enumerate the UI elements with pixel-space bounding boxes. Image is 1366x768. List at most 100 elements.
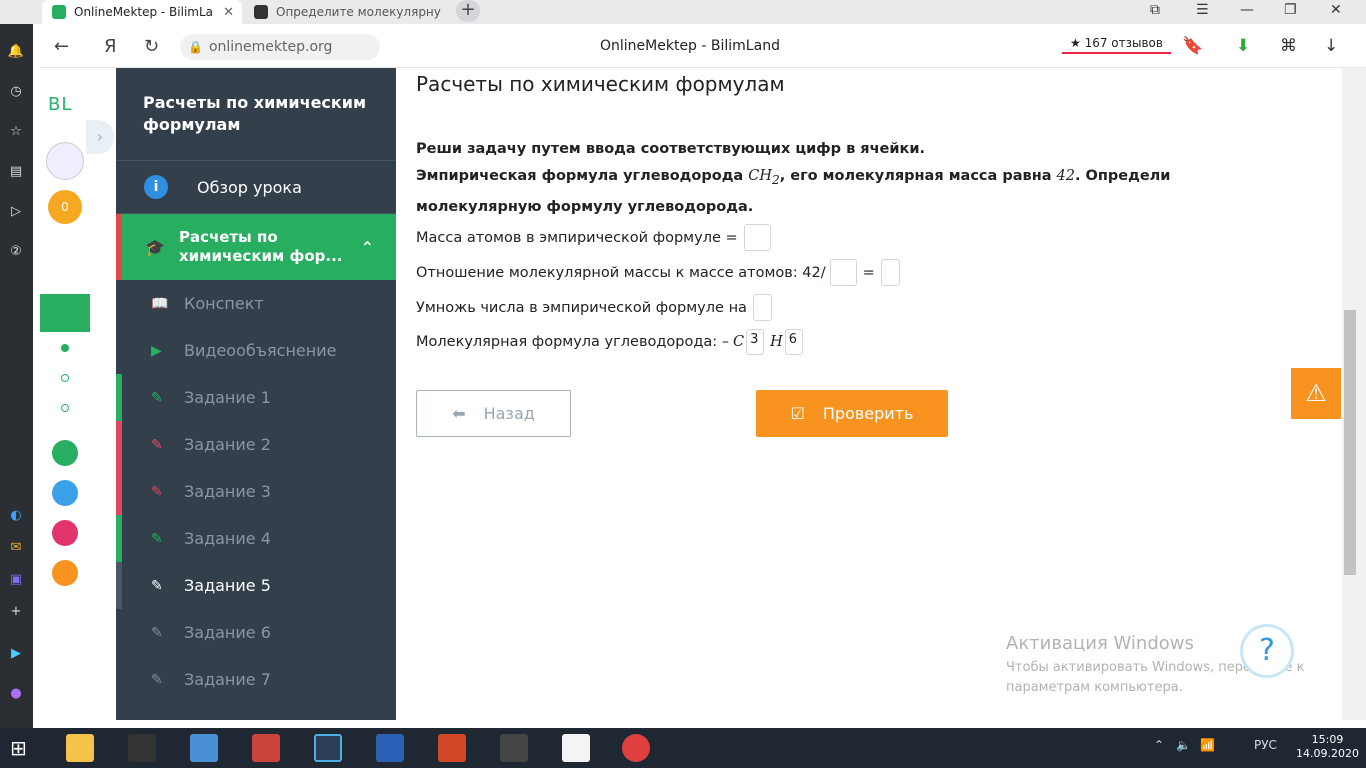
avatar[interactable] <box>46 142 84 180</box>
back-button[interactable]: ⬅ Назад <box>416 390 571 437</box>
carbon-symbol: C <box>733 334 745 350</box>
volume-icon[interactable]: 🔈 <box>1176 738 1191 752</box>
sidebar-item-task-1[interactable]: ✎ Задание 1 <box>116 374 396 421</box>
ratio-denominator-input[interactable] <box>829 259 857 286</box>
video-icon[interactable]: ▷ <box>6 202 26 222</box>
tab-molecular[interactable]: Определите молекулярну <box>248 0 448 24</box>
edit-icon: ✎ <box>151 389 163 406</box>
bookmark-manager-icon[interactable]: ⧉ <box>1150 2 1160 18</box>
download-arrow-icon[interactable]: ⬇ <box>1236 36 1250 56</box>
send-app-icon[interactable]: ▶ <box>6 644 26 664</box>
content-heading: Расчеты по химическим формулам <box>416 72 785 96</box>
file-explorer-icon[interactable] <box>66 734 94 762</box>
url-field[interactable]: 🔒 onlinemektep.org <box>180 34 380 60</box>
arrow-left-icon: ⬅ <box>452 404 466 423</box>
back-arrow-icon[interactable]: ← <box>54 36 69 57</box>
carbon-count-input[interactable]: 3 <box>746 329 765 355</box>
mail-app-icon[interactable]: ✉ <box>6 538 26 558</box>
ratio-result-input[interactable] <box>880 259 900 286</box>
edge-app-icon[interactable]: ◐ <box>6 506 26 526</box>
bilimland-logo[interactable]: BL <box>48 94 72 115</box>
formula-subscript: 2 <box>772 172 780 187</box>
yandex-icon[interactable]: Я <box>104 36 117 57</box>
add-app-icon[interactable]: + <box>6 602 26 622</box>
ratio-row: Отношение молекулярной массы к массе ато… <box>416 259 900 286</box>
bookmark-icon[interactable]: 🔖 <box>1182 36 1203 56</box>
messenger-app-icon[interactable]: ▣ <box>6 570 26 590</box>
nav-dot-active[interactable] <box>61 344 69 352</box>
edit-icon: ✎ <box>151 483 163 500</box>
report-warning-button[interactable]: ⚠ <box>1291 368 1341 419</box>
tabs-count-icon[interactable]: ② <box>6 242 26 262</box>
nav-dot[interactable] <box>61 374 69 382</box>
menu-icon[interactable]: ☰ <box>1196 2 1209 18</box>
sidebar-item-task-7[interactable]: ✎ Задание 7 <box>116 656 396 703</box>
tab-onlinemektep[interactable]: OnlineMektep - BilimLa ✕ <box>42 0 242 24</box>
language-indicator[interactable]: РУС <box>1254 738 1277 752</box>
check-button[interactable]: ☑ Проверить <box>756 390 948 437</box>
document-icon[interactable] <box>562 734 590 762</box>
notifications-icon[interactable]: 🔔 <box>6 42 26 62</box>
active-section-label: Расчеты по химическим фор... <box>179 228 343 265</box>
reload-icon[interactable]: ↻ <box>144 36 159 57</box>
sidebar-item-label: Видеообъяснение <box>184 341 337 360</box>
translate-icon[interactable]: ⌘ <box>1280 36 1297 56</box>
reviews-badge[interactable]: ★ 167 отзывов <box>1062 34 1171 54</box>
sidebar-item-label: Задание 1 <box>184 388 271 407</box>
downloads-icon[interactable]: ↓ <box>1324 36 1338 56</box>
scrollbar-thumb[interactable] <box>1344 310 1356 575</box>
clock-date: 14.09.2020 <box>1296 747 1359 760</box>
video-editor-icon[interactable] <box>500 734 528 762</box>
nav-dot[interactable] <box>61 404 69 412</box>
twig-app-icon[interactable] <box>52 520 78 546</box>
restore-icon[interactable]: ❐ <box>1284 2 1297 18</box>
sidebar-item-task-6[interactable]: ✎ Задание 6 <box>116 609 396 656</box>
problem-text: , его молекулярная масса равна <box>779 168 1057 184</box>
sidebar-item-video[interactable]: ▶ Видеообъяснение <box>116 327 396 374</box>
sidebar-item-task-4[interactable]: ✎ Задание 4 <box>116 515 396 562</box>
sidebar-item-task-3[interactable]: ✎ Задание 3 <box>116 468 396 515</box>
word-icon[interactable] <box>376 734 404 762</box>
imoma-app-icon[interactable] <box>52 560 78 586</box>
chevron-up-icon[interactable]: ⌃ <box>361 238 374 257</box>
bilimland-app-icon[interactable] <box>52 440 78 466</box>
sidebar-item-task-5[interactable]: ✎ Задание 5 <box>116 562 396 609</box>
sidebar-item-label: Конспект <box>184 294 264 313</box>
coins-badge[interactable]: 0 <box>48 190 82 224</box>
page-title: OnlineMektep - BilimLand <box>600 38 780 54</box>
hydrogen-count-input[interactable]: 6 <box>784 329 803 355</box>
network-icon[interactable]: 📶 <box>1200 738 1215 752</box>
minimize-icon[interactable]: — <box>1240 2 1254 18</box>
sidebar-toggle-chevron-icon[interactable]: › <box>86 120 114 154</box>
yandex-browser-icon[interactable] <box>622 734 650 762</box>
control-panel-icon[interactable] <box>190 734 218 762</box>
monitor-app-icon[interactable] <box>314 734 342 762</box>
collections-icon[interactable]: ▤ <box>6 162 26 182</box>
active-section[interactable]: 🎓 Расчеты по химическим фор... ⌃ <box>116 214 396 280</box>
alice-icon[interactable]: ● <box>6 684 26 704</box>
sidebar-item-task-2[interactable]: ✎ Задание 2 <box>116 421 396 468</box>
star-icon[interactable]: ☆ <box>6 122 26 142</box>
lesson-overview-item[interactable]: i Обзор урока <box>116 161 396 214</box>
history-icon[interactable]: ◷ <box>6 82 26 102</box>
sidebar-item-label: Задание 5 <box>184 576 271 595</box>
sidebar-item-konspekt[interactable]: 📖 Конспект <box>116 280 396 327</box>
close-window-icon[interactable]: ✕ <box>1330 2 1342 18</box>
check-app-icon[interactable] <box>52 480 78 506</box>
app-icon[interactable] <box>252 734 280 762</box>
tray-chevron-icon[interactable]: ⌃ <box>1154 738 1164 752</box>
main-content: Расчеты по химическим формулам Реши зада… <box>396 68 1342 720</box>
powerpoint-icon[interactable] <box>438 734 466 762</box>
onlinemektep-app-button[interactable] <box>40 294 90 332</box>
windows-start-icon[interactable]: ⊞ <box>10 736 27 760</box>
close-tab-icon[interactable]: ✕ <box>223 5 234 20</box>
mass-atoms-input[interactable] <box>743 224 771 251</box>
new-tab-button[interactable]: + <box>456 0 480 22</box>
ratio-label: Отношение молекулярной массы к массе ато… <box>416 264 826 281</box>
nox-icon[interactable] <box>128 734 156 762</box>
help-question-button[interactable]: ? <box>1240 624 1294 678</box>
site-rail: BL 0 <box>40 68 90 728</box>
tab-label: Определите молекулярну <box>276 5 441 19</box>
multiplier-input[interactable] <box>752 294 772 321</box>
clock[interactable]: 15:09 14.09.2020 <box>1296 733 1359 761</box>
